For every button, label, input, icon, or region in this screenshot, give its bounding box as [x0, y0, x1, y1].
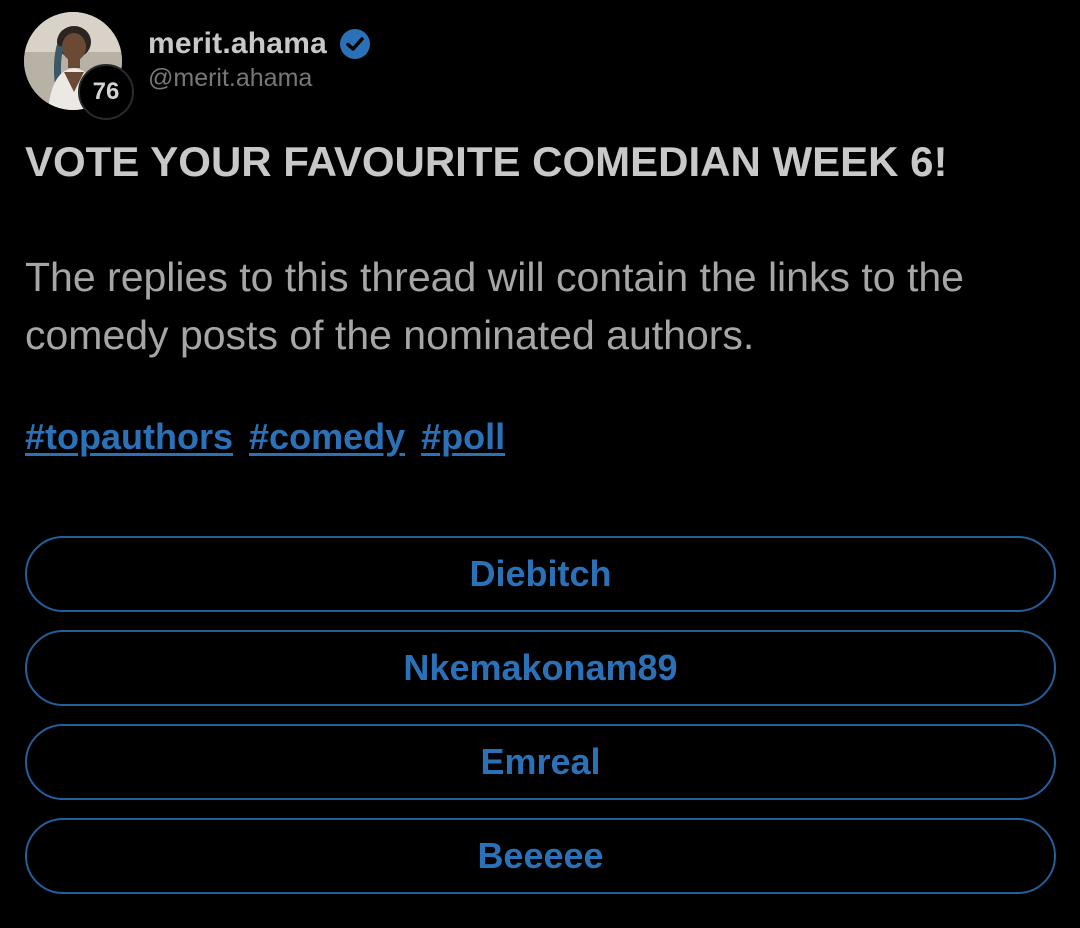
- poll-option-beeeee[interactable]: Beeeee: [25, 818, 1056, 894]
- level-badge: 76: [78, 64, 134, 120]
- hashtag-topauthors[interactable]: #topauthors: [25, 416, 233, 457]
- poll-option-diebitch[interactable]: Diebitch: [25, 536, 1056, 612]
- name-row: merit.ahama: [148, 24, 371, 64]
- user-info: merit.ahama @merit.ahama: [148, 24, 371, 93]
- post-title: VOTE YOUR FAVOURITE COMEDIAN WEEK 6!: [25, 138, 948, 185]
- post-card: 76 merit.ahama @merit.ahama VOTE YOUR FA…: [0, 0, 1080, 928]
- verified-check-icon: [339, 28, 371, 60]
- display-name[interactable]: merit.ahama: [148, 27, 327, 61]
- hashtag-comedy[interactable]: #comedy: [249, 416, 405, 457]
- hashtag-list: #topauthors #comedy #poll: [25, 416, 511, 458]
- poll-option-emreal[interactable]: Emreal: [25, 724, 1056, 800]
- post-body: The replies to this thread will contain …: [25, 254, 964, 358]
- poll-option-nkemakonam89[interactable]: Nkemakonam89: [25, 630, 1056, 706]
- hashtag-poll[interactable]: #poll: [421, 416, 505, 457]
- post-header: 76 merit.ahama @merit.ahama: [24, 12, 1054, 122]
- poll: Diebitch Nkemakonam89 Emreal Beeeee: [25, 536, 1056, 912]
- user-handle[interactable]: @merit.ahama: [148, 64, 371, 93]
